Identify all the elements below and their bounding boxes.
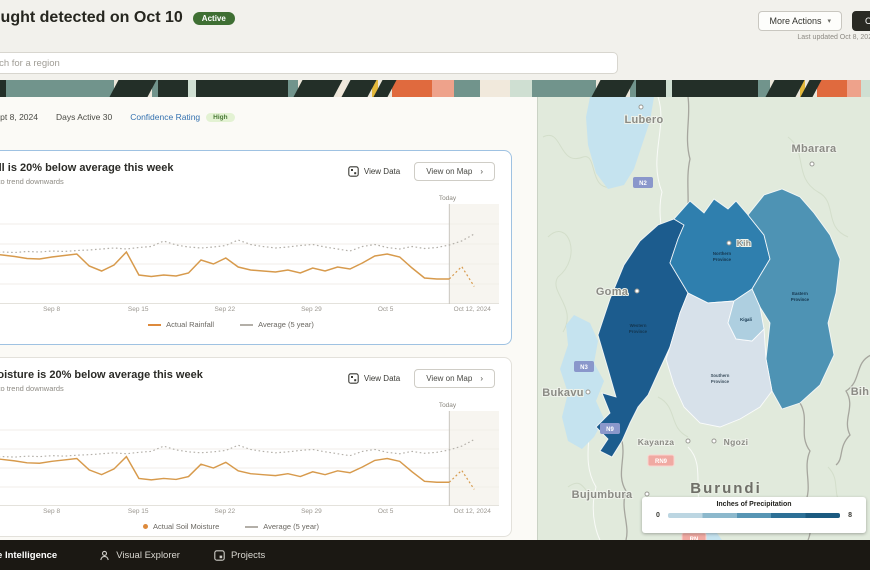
svg-text:N3: N3 [580,365,588,371]
alert-detail-panel: Started Sept 8, 2024 Days Active 30 Conf… [0,97,537,540]
soil-moisture-card-title: Soil Moisture is 20% below average this … [0,369,203,381]
svg-text:Southern: Southern [711,373,730,378]
soil-moisture-chart [0,411,499,506]
rainfall-chart-x-axis: Sep 1, 2024Sep 8Sep 15Sep 22Sep 29Oct 5O… [0,306,497,316]
create-button[interactable]: Create [852,11,870,31]
map-city-label: Bih [851,386,870,398]
nav-item-visual-explorer[interactable]: Visual Explorer [99,550,180,561]
svg-text:Province: Province [791,297,810,302]
view-on-map-button[interactable]: View on Map › [414,369,495,388]
svg-text:Province: Province [629,329,648,334]
view-data-icon [348,373,359,384]
nav-item-projects[interactable]: Projects [214,550,265,561]
svg-text:Northern: Northern [713,251,732,256]
map-city-label: Ngozi [724,437,749,447]
search-input[interactable] [0,52,618,74]
svg-text:Province: Province [713,257,732,262]
svg-text:Province: Province [711,379,730,384]
rainfall-card-subtitle: Expected to trend downwards [0,177,173,186]
soil-moisture-chart-x-axis: Sep 1, 2024Sep 8Sep 15Sep 22Sep 29Oct 5O… [0,508,497,518]
top-header: Drought detected on Oct 10 Active More A… [0,0,870,44]
view-data-icon [348,166,359,177]
start-date-text: Started Sept 8, 2024 [0,112,38,122]
legend-max-value: 8 [848,512,852,519]
page-title: Drought detected on Oct 10 [0,9,183,27]
map-city-label: Bukavu [542,387,584,399]
svg-text:N9: N9 [606,427,614,433]
svg-text:Eastern: Eastern [792,291,808,296]
bottom-nav-bar: Climate Intelligence Visual Explorer Pro… [0,540,870,570]
chevron-right-icon: › [480,374,483,383]
view-data-button[interactable]: View Data [348,373,400,384]
average-swatch [245,526,258,528]
map-city-label: Mbarara [792,143,837,155]
projects-icon [214,550,225,561]
svg-text:Kigali: Kigali [740,317,752,322]
rainfall-chart [0,204,499,304]
svg-text:N2: N2 [639,181,647,187]
actual-rainfall-swatch [148,324,161,326]
rainfall-card: Rainfall is 20% below average this week … [0,150,512,345]
chevron-right-icon: › [480,167,483,176]
precipitation-gradient-bar [668,513,840,518]
view-data-button[interactable]: View Data [348,166,400,177]
rainfall-chart-legend: Actual Rainfall Average (5 year) [0,320,511,329]
svg-text:Western: Western [630,323,647,328]
today-marker-label: Today [439,402,456,409]
soil-moisture-card: Soil Moisture is 20% below average this … [0,357,512,537]
today-marker-label: Today [439,195,456,202]
search-row [0,44,870,80]
status-badge: Active [193,12,235,25]
more-actions-button[interactable]: More Actions ▾ [758,11,842,31]
chevron-down-icon: ▾ [827,17,831,25]
legend-min-value: 0 [656,512,660,519]
map-city-label: Lubero [624,114,663,126]
view-on-map-button[interactable]: View on Map › [414,162,495,181]
banner-illustration [0,80,870,97]
days-active-text: Days Active 30 [56,112,112,122]
map-city-label: Goma [596,286,629,298]
soil-moisture-chart-legend: Actual Soil Moisture Average (5 year) [0,522,511,531]
map-country-label: Burundi [690,480,762,497]
precipitation-legend: Inches of Precipitation 0 8 [642,497,866,533]
last-updated-text: Last updated Oct 8, 2024 [797,34,870,41]
nav-item-climate-intelligence[interactable]: Climate Intelligence [0,550,57,561]
confidence-rating-link[interactable]: Confidence Rating [130,112,200,122]
soil-moisture-card-subtitle: Expected to trend downwards [0,384,203,393]
person-icon [99,550,110,561]
map-city-label: Kih [737,238,752,248]
svg-text:RN9: RN9 [655,459,668,465]
average-swatch [240,324,253,326]
confidence-value-badge: High [206,113,234,122]
actual-soil-moisture-swatch [143,524,148,529]
map-city-label: Kayanza [638,437,675,447]
precipitation-legend-title: Inches of Precipitation [650,501,858,508]
map-city-label: Bujumbura [572,489,633,501]
map-canvas[interactable]: Western Province Northern Province Easte… [537,97,870,540]
rainfall-card-title: Rainfall is 20% below average this week [0,162,173,174]
